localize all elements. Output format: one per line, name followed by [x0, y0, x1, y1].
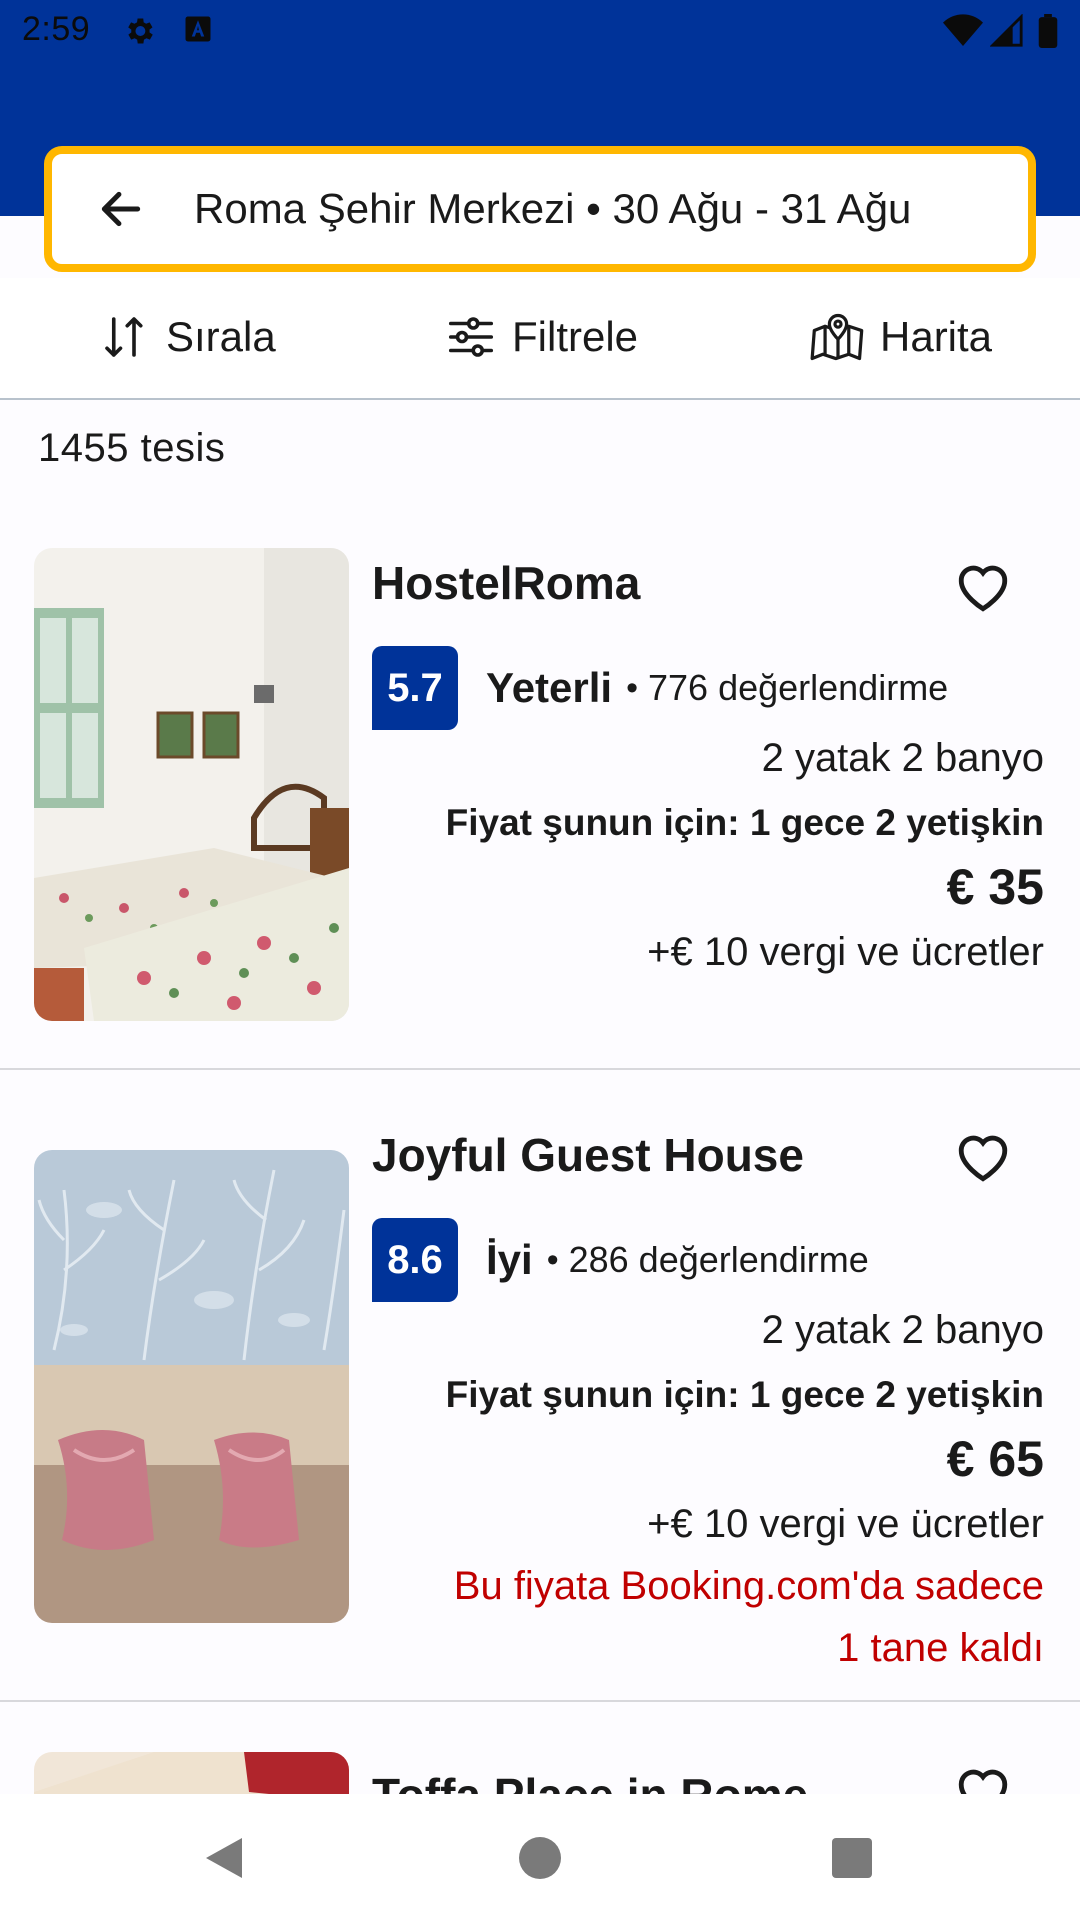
price-for-info: Fiyat şunun için: 1 gece 2 yetişkin [445, 802, 1044, 843]
beds-info: 2 yatak 2 banyo [761, 1308, 1044, 1352]
property-photo[interactable] [34, 548, 349, 1021]
filter-label: Filtrele [512, 313, 639, 360]
filter-sliders-icon [448, 317, 494, 357]
filter-button[interactable]: Filtrele [444, 302, 638, 372]
map-label: Harita [880, 313, 993, 360]
status-bar: 2:59 [0, 0, 1080, 64]
property-photo[interactable] [34, 1150, 349, 1623]
beds-info: 2 yatak 2 banyo [761, 736, 1044, 780]
rating-word: İyi [486, 1236, 533, 1283]
rating-row: 5.7 Yeterli • 776 değerlendirme [372, 646, 948, 730]
back-arrow-icon[interactable] [90, 178, 152, 240]
map-icon [810, 313, 864, 361]
wifi-icon [943, 14, 983, 46]
map-button[interactable]: Harita [810, 302, 992, 372]
heart-icon[interactable] [954, 560, 1012, 614]
taxes-info: +€ 10 vergi ve ücretler [647, 1502, 1044, 1546]
review-count: 286 değerlendirme [568, 1239, 869, 1280]
square-recents-icon [832, 1838, 872, 1878]
gear-icon [128, 18, 153, 44]
battery-icon [1038, 14, 1058, 48]
separator-dot: • [546, 1240, 559, 1279]
app-screen: 2:59 Roma Şehir Merkezi • 30 Ağu - 31 Ağ… [0, 0, 1080, 1920]
heart-icon[interactable] [954, 1130, 1012, 1184]
search-summary-box[interactable]: Roma Şehir Merkezi • 30 Ağu - 31 Ağu [44, 146, 1036, 272]
triangle-back-icon [206, 1838, 242, 1878]
search-summary-text: Roma Şehir Merkezi • 30 Ağu - 31 Ağu [194, 185, 912, 232]
price: € 65 [946, 1431, 1044, 1487]
status-time: 2:59 [22, 10, 91, 48]
separator-dot: • [626, 668, 638, 707]
results-toolbar: Sırala Filtrele Harita [0, 278, 1080, 400]
result-count: 1455 tesis [38, 426, 226, 470]
system-navigation-bar [0, 1794, 1080, 1920]
property-card[interactable]: Joyful Guest House 8.6 İyi • 286 değerle… [0, 1072, 1080, 1702]
sort-label: Sırala [166, 313, 276, 360]
price: € 35 [946, 859, 1044, 915]
taxes-info: +€ 10 vergi ve ücretler [647, 930, 1044, 974]
property-name[interactable]: Joyful Guest House [372, 1128, 804, 1182]
circle-home-icon [519, 1837, 561, 1879]
a-icon [185, 16, 211, 42]
price-for-info: Fiyat şunun için: 1 gece 2 yetişkin [445, 1374, 1044, 1415]
sort-icon [105, 317, 143, 357]
rating-word: Yeterli [486, 664, 613, 711]
property-name[interactable]: HostelRoma [372, 556, 640, 610]
nav-recents-button[interactable] [824, 1830, 880, 1886]
rating-row: 8.6 İyi • 286 değerlendirme [372, 1218, 869, 1302]
review-score-badge: 8.6 [372, 1218, 458, 1302]
sort-button[interactable]: Sırala [98, 302, 276, 372]
scarcity-message-line-1: Bu fiyata Booking.com'da sadece [453, 1564, 1044, 1608]
review-score-badge: 5.7 [372, 646, 458, 730]
scarcity-message-line-2: 1 tane kaldı [837, 1626, 1044, 1670]
nav-home-button[interactable] [512, 1830, 568, 1886]
review-count: 776 değerlendirme [648, 667, 949, 708]
nav-back-button[interactable] [196, 1830, 252, 1886]
property-card[interactable]: HostelRoma 5.7 Yeterli • 776 değerlendir… [0, 540, 1080, 1070]
signal-icon [990, 14, 1023, 47]
